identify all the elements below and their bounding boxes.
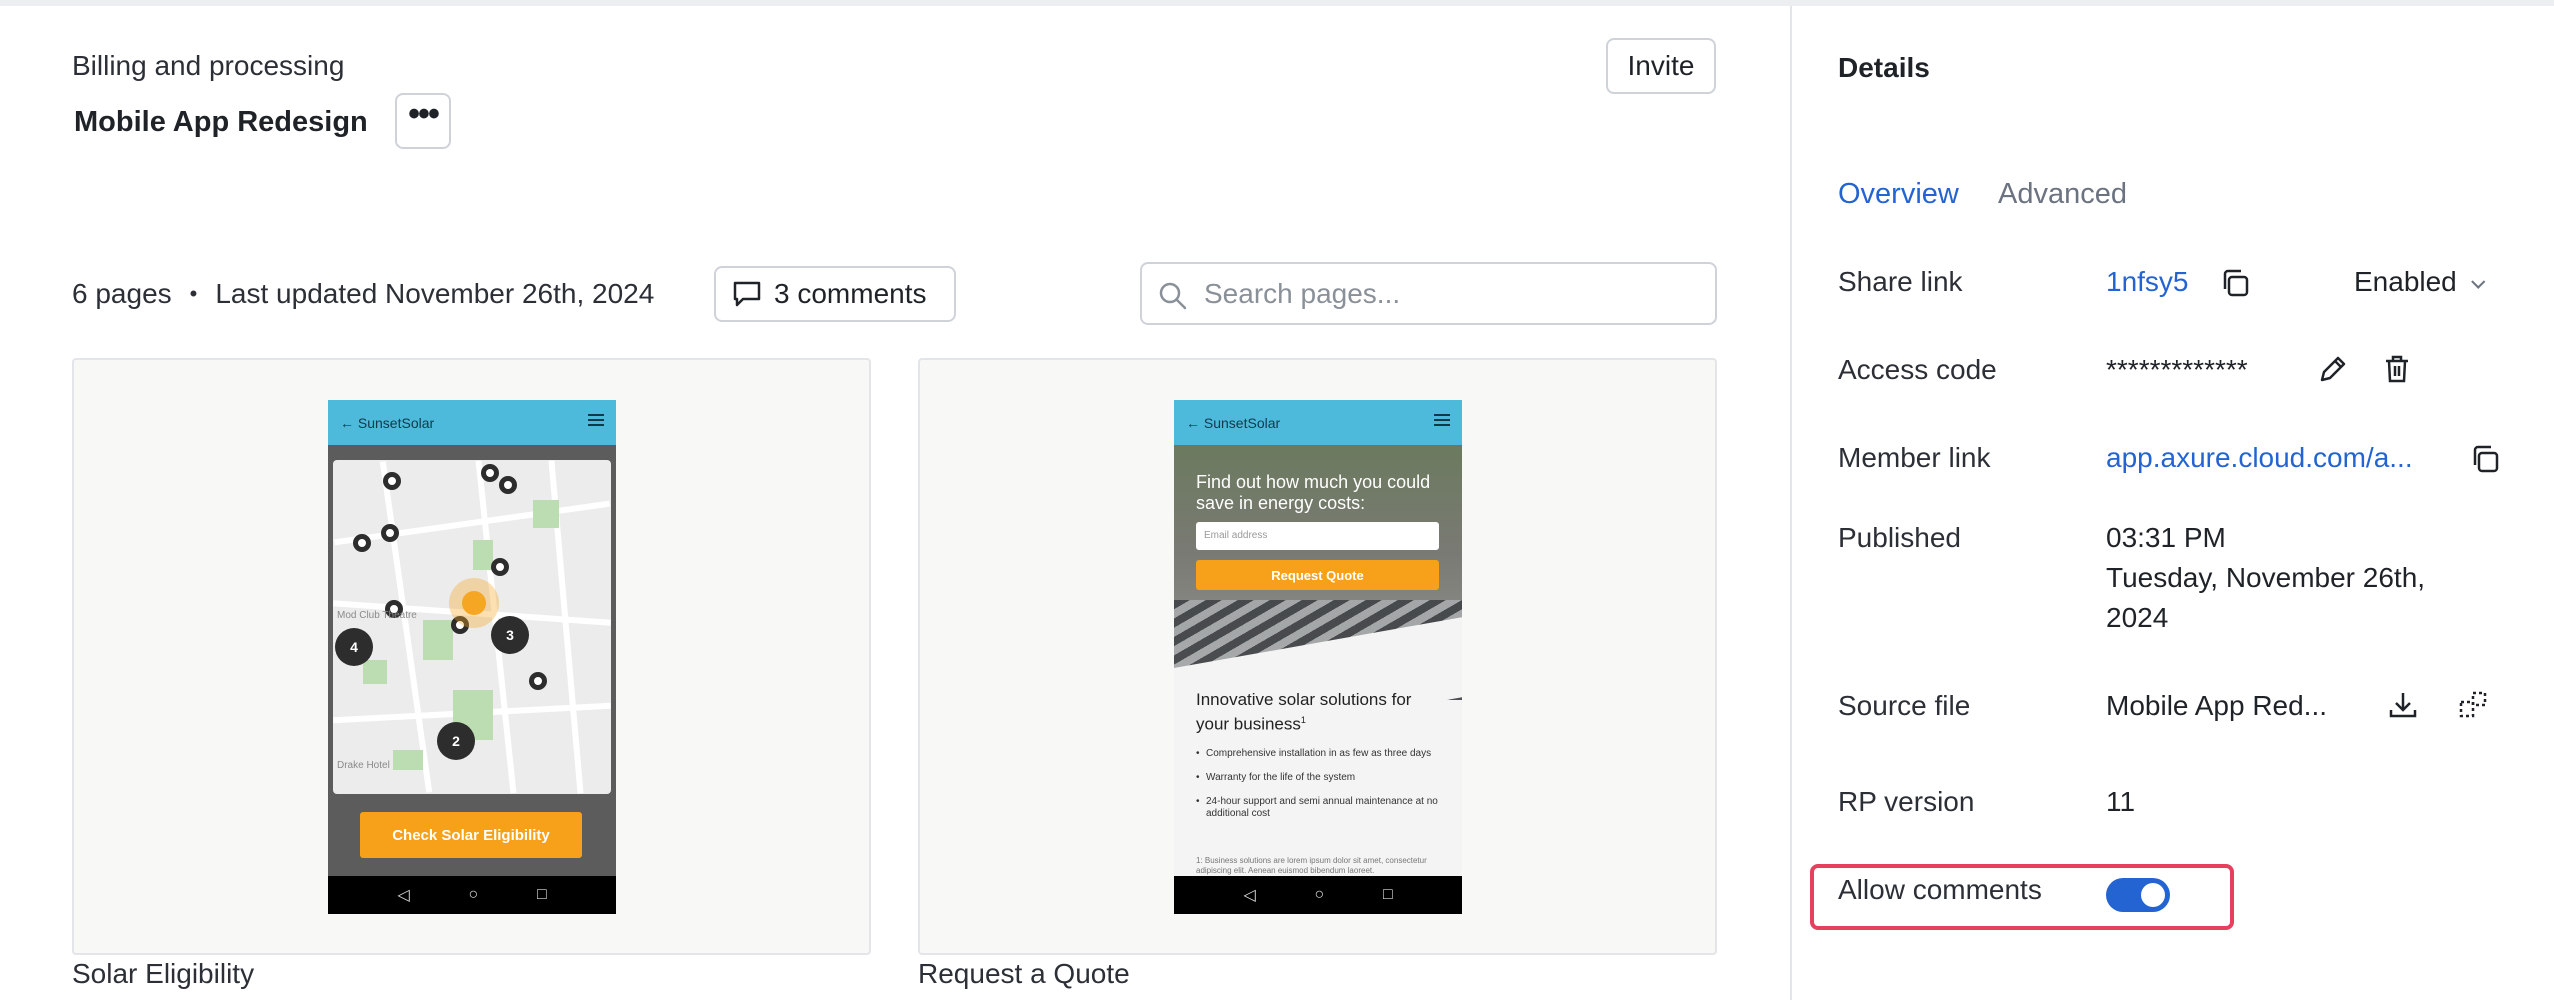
chevron-down-icon <box>2470 274 2486 289</box>
access-code-label: Access code <box>1838 354 1997 385</box>
share-link-status: Enabled <box>2354 266 2457 297</box>
back-nav-icon: ◁ <box>397 887 410 904</box>
member-link-value[interactable]: app.axure.cloud.com/a... <box>2106 442 2413 474</box>
mock-request-quote-button: Request Quote <box>1196 560 1439 590</box>
menu-icon <box>588 414 604 416</box>
published-label: Published <box>1838 522 1961 553</box>
published-year: 2024 <box>2106 602 2169 633</box>
page-count: 6 pages <box>72 278 172 309</box>
home-nav-icon: ○ <box>1314 886 1325 903</box>
mock-bullet-list: Comprehensive installation in as few as … <box>1196 748 1446 832</box>
tab-advanced[interactable]: Advanced <box>1998 178 2127 211</box>
allow-comments-label: Allow comments <box>1838 874 2042 905</box>
map-label: Drake Hotel <box>337 760 390 771</box>
search-icon <box>1159 282 1187 310</box>
share-link-label: Share link <box>1838 266 1963 297</box>
mock-hero-text: Find out how much you could save in ener… <box>1196 472 1431 513</box>
download-icon[interactable] <box>2386 688 2420 722</box>
details-panel: Details Overview Advanced Share link 1nf… <box>1792 0 2554 1000</box>
mock-brand: ← SunsetSolar <box>340 414 435 431</box>
mock-brand: ← SunsetSolar <box>1186 414 1281 431</box>
project-title: Mobile App Redesign <box>74 106 368 138</box>
page-card-request-quote[interactable]: ← SunsetSolar Find out how much you coul… <box>918 358 1717 955</box>
mock-map: 4 3 2 Mod Club Theatre Drake Hotel <box>333 460 611 794</box>
map-cluster: 3 <box>491 616 529 654</box>
project-meta: 6 pages • Last updated November 26th, 20… <box>72 278 654 310</box>
page-thumbnail: ← SunsetSolar Find out how much you coul… <box>1174 400 1462 914</box>
mock-header: ← SunsetSolar <box>328 400 616 445</box>
search-input[interactable] <box>1204 274 1704 314</box>
back-nav-icon: ◁ <box>1243 887 1256 904</box>
ellipsis-icon: ••• <box>408 95 440 133</box>
published-time: 03:31 PM <box>2106 522 2226 553</box>
mock-section-title: Innovative solar solutions for your busi… <box>1196 690 1446 735</box>
invite-button[interactable]: Invite <box>1606 38 1716 94</box>
rp-version-value: 11 <box>2106 786 2136 817</box>
map-cluster: 2 <box>437 722 475 760</box>
tab-overview[interactable]: Overview <box>1838 178 1959 211</box>
mock-nav-bar: ◁ ○ □ <box>328 876 616 914</box>
page-card-label[interactable]: Request a Quote <box>918 958 1130 990</box>
mock-footnote: 1: Business solutions are lorem ipsum do… <box>1196 856 1427 875</box>
mock-bullet: 24-hour support and semi annual maintena… <box>1196 796 1446 820</box>
share-link-status-dropdown[interactable]: Enabled <box>2354 266 2486 298</box>
comments-button[interactable]: 3 comments <box>714 266 956 322</box>
page-card-solar-eligibility[interactable]: ← SunsetSolar 4 3 2 Mod Club Theatre Dra… <box>72 358 871 955</box>
recent-nav-icon: □ <box>536 886 547 903</box>
share-link-value[interactable]: 1nfsy5 <box>2106 266 2189 298</box>
map-label: Mod Club Theatre <box>337 610 417 621</box>
allow-comments-toggle[interactable] <box>2106 878 2170 912</box>
comments-count: 3 comments <box>774 278 927 309</box>
mock-header: ← SunsetSolar <box>1174 400 1462 445</box>
open-file-icon[interactable] <box>2456 688 2490 722</box>
breadcrumb[interactable]: Billing and processing <box>72 50 344 82</box>
member-link-label: Member link <box>1838 442 1991 473</box>
project-main: Billing and processing Mobile App Redesi… <box>0 0 1787 1000</box>
published-date: Tuesday, November 26th, <box>2106 562 2426 593</box>
recent-nav-icon: □ <box>1382 886 1393 903</box>
source-file-value: Mobile App Red... <box>2106 690 2328 721</box>
delete-icon[interactable] <box>2380 352 2414 386</box>
access-code-value: ************* <box>2106 354 2248 385</box>
mock-email-field: Email address <box>1196 522 1439 550</box>
comment-icon <box>733 281 761 307</box>
current-location-marker <box>449 578 499 628</box>
details-title: Details <box>1838 52 1930 83</box>
meta-separator: • <box>189 281 198 306</box>
copy-icon[interactable] <box>2468 442 2502 476</box>
mock-bullet: Comprehensive installation in as few as … <box>1196 748 1446 760</box>
mock-bullet: Warranty for the life of the system <box>1196 772 1446 784</box>
rp-version-label: RP version <box>1838 786 1975 817</box>
mock-eligibility-button: Check Solar Eligibility <box>360 812 582 858</box>
search-box[interactable] <box>1140 262 1717 325</box>
mock-nav-bar: ◁ ○ □ <box>1174 876 1462 914</box>
mock-section-title-text: Innovative solar solutions for your busi… <box>1196 690 1412 734</box>
edit-icon[interactable] <box>2316 352 2350 386</box>
page-thumbnail: ← SunsetSolar 4 3 2 Mod Club Theatre Dra… <box>328 400 616 914</box>
more-options-button[interactable]: ••• <box>395 93 451 149</box>
page-card-label[interactable]: Solar Eligibility <box>72 958 254 990</box>
source-file-label: Source file <box>1838 690 1971 721</box>
menu-icon <box>1434 414 1450 416</box>
home-nav-icon: ○ <box>468 886 479 903</box>
copy-icon[interactable] <box>2218 266 2252 300</box>
last-updated: Last updated November 26th, 2024 <box>215 278 655 309</box>
mock-section-title-sup: 1 <box>1300 715 1306 725</box>
map-cluster: 4 <box>335 628 373 666</box>
